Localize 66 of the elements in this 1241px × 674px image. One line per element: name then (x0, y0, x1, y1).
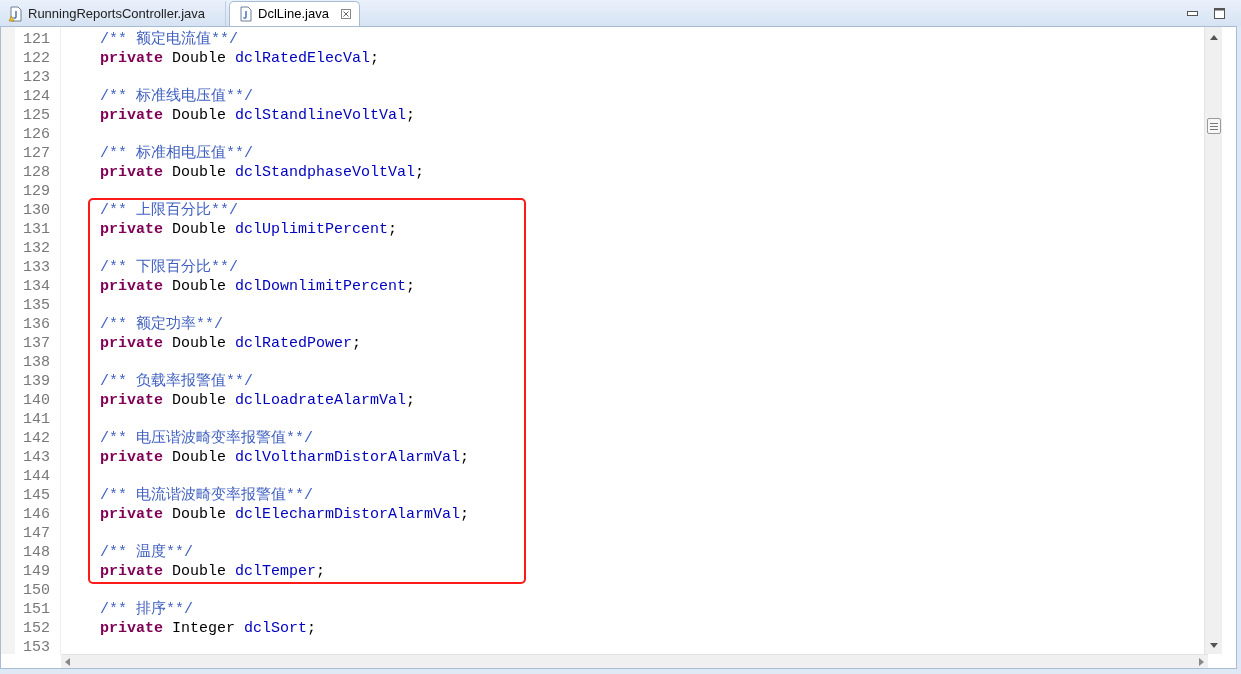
code-line: private Double dclRatedPower; (100, 334, 362, 353)
vertical-scrollbar[interactable] (1204, 27, 1222, 654)
line-number: 147 (22, 524, 50, 543)
line-number: 139 (22, 372, 50, 391)
line-number: 121 (22, 30, 50, 49)
line-number: 142 (22, 429, 50, 448)
code-comment: /** 电流谐波畸变率报警值**/ (100, 486, 313, 505)
line-number: 131 (22, 220, 50, 239)
line-number: 146 (22, 505, 50, 524)
line-number: 122 (22, 49, 50, 68)
line-number: 123 (22, 68, 50, 87)
scroll-left-icon[interactable] (65, 657, 70, 666)
line-number: 144 (22, 467, 50, 486)
code-comment: /** 标准相电压值**/ (100, 144, 253, 163)
line-number: 145 (22, 486, 50, 505)
line-number: 135 (22, 296, 50, 315)
line-number: 143 (22, 448, 50, 467)
code-comment: /** 排序**/ (100, 600, 193, 619)
code-comment: /** 上限百分比**/ (100, 201, 238, 220)
line-number: 126 (22, 125, 50, 144)
code-line: private Double dclElecharmDistorAlarmVal; (100, 505, 470, 524)
line-number: 124 (22, 87, 50, 106)
line-number: 134 (22, 277, 50, 296)
scroll-down-icon[interactable] (1209, 643, 1218, 648)
code-line: private Double dclDownlimitPercent; (100, 277, 416, 296)
code-comment: /** 负载率报警值**/ (100, 372, 253, 391)
line-number: 148 (22, 543, 50, 562)
line-number: 150 (22, 581, 50, 600)
line-number: 132 (22, 239, 50, 258)
line-number: 152 (22, 619, 50, 638)
line-number: 149 (22, 562, 50, 581)
code-comment: /** 电压谐波畸变率报警值**/ (100, 429, 313, 448)
line-number: 136 (22, 315, 50, 334)
code-comment: /** 温度**/ (100, 543, 193, 562)
line-number: 151 (22, 600, 50, 619)
code-comment: /** 下限百分比**/ (100, 258, 238, 277)
editor-tab[interactable]: DclLine.java (229, 1, 360, 26)
code-comment: /** 额定功率**/ (100, 315, 223, 334)
scroll-right-icon[interactable] (1199, 657, 1204, 666)
line-number: 128 (22, 163, 50, 182)
code-comment: /** 额定电流值**/ (100, 30, 238, 49)
line-number: 125 (22, 106, 50, 125)
code-line: private Double dclStandlineVoltVal; (100, 106, 416, 125)
line-number: 141 (22, 410, 50, 429)
scrollbar-thumb[interactable] (1206, 118, 1221, 134)
line-number: 137 (22, 334, 50, 353)
horizontal-scrollbar[interactable] (61, 654, 1208, 668)
code-line: private Integer dclSort; (100, 619, 317, 638)
code-line: private Double dclVoltharmDistorAlarmVal; (100, 448, 470, 467)
line-number: 140 (22, 391, 50, 410)
code-line: private Double dclStandphaseVoltVal; (100, 163, 425, 182)
maximize-icon[interactable] (1214, 8, 1225, 19)
code-comment: /** 标准线电压值**/ (100, 87, 253, 106)
line-number: 130 (22, 201, 50, 220)
code-line: private Double dclRatedElecVal; (100, 49, 380, 68)
close-icon[interactable] (340, 9, 351, 19)
line-number: 153 (22, 638, 50, 654)
code-line: private Double dclUplimitPercent; (100, 220, 398, 239)
code-line: private Double dclLoadrateAlarmVal; (100, 391, 416, 410)
minimize-icon[interactable] (1187, 11, 1198, 16)
line-number: 138 (22, 353, 50, 372)
line-number: 133 (22, 258, 50, 277)
code-line: private Double dclTemper; (100, 562, 326, 581)
line-number: 127 (22, 144, 50, 163)
line-number: 129 (22, 182, 50, 201)
scroll-up-icon[interactable] (1209, 35, 1218, 40)
